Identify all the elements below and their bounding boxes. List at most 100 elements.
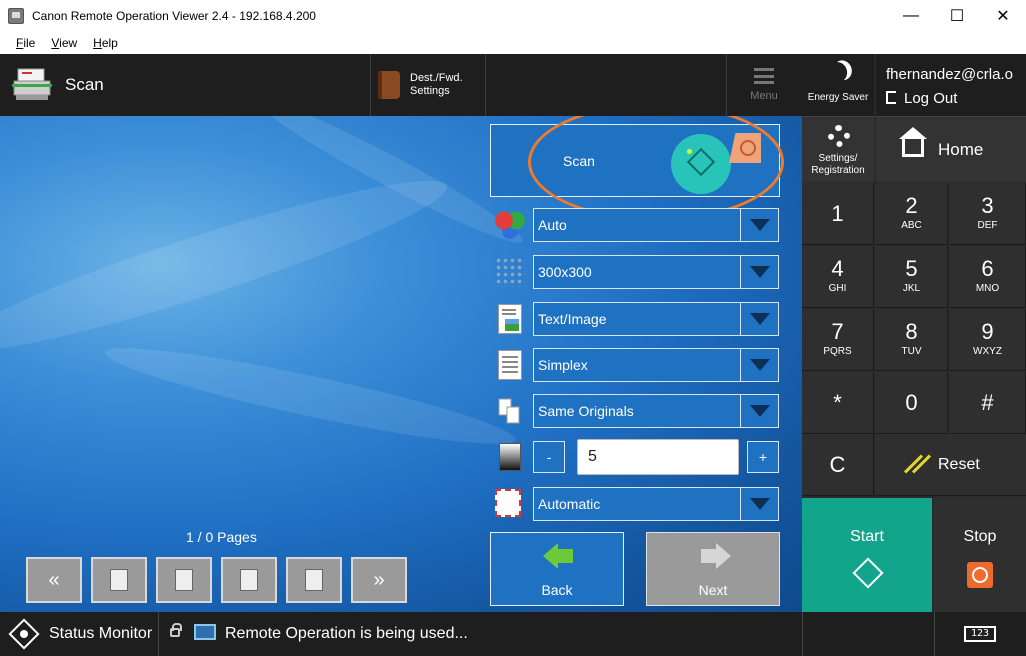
remote-operation-message: Remote Operation is being used... xyxy=(225,625,468,642)
status-monitor-label: Status Monitor xyxy=(49,625,153,642)
move-page-button[interactable] xyxy=(221,557,277,603)
key-5[interactable]: 5 JKL xyxy=(876,246,948,308)
start-icon xyxy=(852,557,884,589)
key-7[interactable]: 7 PQRS xyxy=(802,309,874,371)
print-page-button[interactable] xyxy=(156,557,212,603)
insert-page-button[interactable] xyxy=(286,557,342,603)
sides-dropdown[interactable]: Simplex xyxy=(533,348,779,382)
status-monitor-icon xyxy=(8,618,40,650)
minimize-button[interactable]: — xyxy=(888,0,934,32)
keyboard-toggle-button[interactable]: 123 xyxy=(964,626,996,642)
menu-label: Menu xyxy=(750,90,778,102)
close-button[interactable]: ✕ xyxy=(980,0,1026,32)
user-email: fhernandez@crla.o xyxy=(886,66,1013,83)
key-2[interactable]: 2 ABC xyxy=(876,183,948,245)
gear-icon xyxy=(828,125,850,147)
moon-icon xyxy=(826,60,850,85)
color-mode-icon xyxy=(495,210,525,240)
status-divider xyxy=(802,612,803,656)
key-8[interactable]: 8 TUV xyxy=(876,309,948,371)
arrow-right-icon xyxy=(699,543,731,569)
key-digit: 5 xyxy=(905,256,918,281)
lock-icon xyxy=(170,623,182,637)
logout-label: Log Out xyxy=(904,90,958,107)
energy-saver-button[interactable]: Energy Saver xyxy=(802,54,874,116)
key-3[interactable]: 3 DEF xyxy=(950,183,1026,245)
settings-registration-button[interactable]: Settings/ Registration xyxy=(802,116,874,182)
settings-label-2: Registration xyxy=(811,165,865,176)
original-type-dropdown[interactable]: Text/Image xyxy=(533,302,779,336)
menu-help-label: elp xyxy=(101,36,118,50)
key-9[interactable]: 9 WXYZ xyxy=(950,309,1026,371)
menu-bar: File View Help xyxy=(0,32,1026,54)
stop-button[interactable]: Stop xyxy=(934,498,1026,612)
dest-fwd-settings-button[interactable]: Dest./Fwd. Settings xyxy=(372,54,484,116)
menu-view[interactable]: View xyxy=(43,36,85,50)
dropdown-arrow-icon[interactable] xyxy=(740,395,778,427)
dropdown-arrow-icon[interactable] xyxy=(740,488,778,520)
remote-monitor-icon xyxy=(194,624,216,640)
menu-button[interactable]: Menu xyxy=(728,54,800,116)
print-page-icon xyxy=(175,569,193,591)
next-button[interactable]: Next xyxy=(646,532,780,606)
key-letters: PQRS xyxy=(823,346,852,357)
maximize-button[interactable]: ☐ xyxy=(934,0,980,32)
background-streak xyxy=(100,332,520,460)
menu-help[interactable]: Help xyxy=(85,36,126,50)
resolution-row: 300x300 xyxy=(495,255,781,289)
clear-button[interactable]: C xyxy=(802,434,874,496)
density-increase-button[interactable]: + xyxy=(747,441,779,473)
density-decrease-button[interactable]: - xyxy=(533,441,565,473)
logout-button[interactable]: Log Out xyxy=(886,90,957,107)
app-icon xyxy=(8,8,24,24)
key-letters: TUV xyxy=(901,346,922,357)
home-icon xyxy=(899,127,927,157)
main-area: Scan Auto 300x300 Text/Image Simplex Sam… xyxy=(0,116,802,612)
header-divider xyxy=(370,54,371,116)
copy-page-button[interactable] xyxy=(91,557,147,603)
key-hash[interactable]: # xyxy=(950,372,1026,434)
reset-label: Reset xyxy=(938,456,980,473)
menu-view-label: iew xyxy=(59,36,78,50)
home-label: Home xyxy=(938,140,984,159)
status-monitor-button[interactable]: Status Monitor xyxy=(0,612,158,656)
dropdown-arrow-icon[interactable] xyxy=(740,209,778,241)
address-book-icon xyxy=(378,71,400,99)
key-letters: DEF xyxy=(977,220,998,231)
first-page-button[interactable]: « xyxy=(26,557,82,603)
key-digit: 7 xyxy=(831,319,844,344)
start-button[interactable]: Start xyxy=(802,498,932,612)
key-letters: GHI xyxy=(828,283,847,294)
density-icon xyxy=(499,443,521,471)
resolution-dropdown[interactable]: 300x300 xyxy=(533,255,779,289)
background-streak xyxy=(0,157,457,375)
back-label: Back xyxy=(541,582,573,598)
key-digit: 0 xyxy=(905,390,918,415)
resolution-icon xyxy=(495,257,525,287)
originals-dropdown[interactable]: Same Originals xyxy=(533,394,779,428)
sides-value: Simplex xyxy=(538,357,588,373)
logout-icon xyxy=(886,91,896,104)
dest-fwd-label-2: Settings xyxy=(410,85,450,97)
density-field[interactable]: 5 xyxy=(577,439,739,475)
original-type-row: Text/Image xyxy=(495,302,781,336)
back-button[interactable]: Back xyxy=(490,532,624,606)
stop-icon xyxy=(967,562,993,588)
frame-erase-dropdown[interactable]: Automatic xyxy=(533,487,779,521)
dropdown-arrow-icon[interactable] xyxy=(740,303,778,335)
key-0[interactable]: 0 xyxy=(876,372,948,434)
home-button[interactable]: Home xyxy=(876,116,1026,182)
color-mode-dropdown[interactable]: Auto xyxy=(533,208,779,242)
key-6[interactable]: 6 MNO xyxy=(950,246,1026,308)
dropdown-arrow-icon[interactable] xyxy=(740,349,778,381)
key-asterisk[interactable]: * xyxy=(802,372,874,434)
original-type-value: Text/Image xyxy=(538,311,607,327)
key-1[interactable]: 1 xyxy=(802,183,874,245)
reset-button[interactable]: Reset xyxy=(876,434,1026,496)
window-controls: — ☐ ✕ xyxy=(888,0,1026,32)
key-4[interactable]: 4 GHI xyxy=(802,246,874,308)
dropdown-arrow-icon[interactable] xyxy=(740,256,778,288)
menu-file[interactable]: File xyxy=(0,36,43,50)
window-title: Canon Remote Operation Viewer 2.4 - 192.… xyxy=(32,9,316,23)
last-page-button[interactable]: » xyxy=(351,557,407,603)
